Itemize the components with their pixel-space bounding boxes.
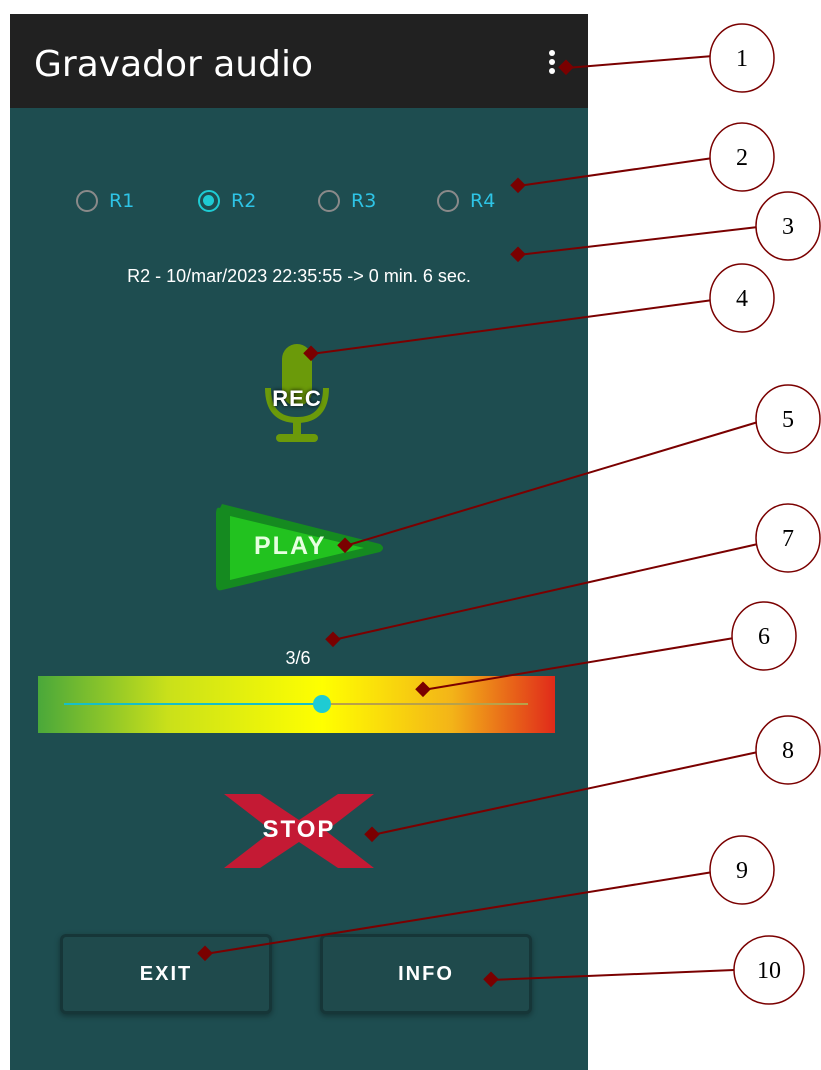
callout-number: 4 xyxy=(736,286,748,312)
callout-number: 1 xyxy=(736,46,748,72)
callout-number: 2 xyxy=(736,145,748,171)
callout-number: 9 xyxy=(736,858,748,884)
callout-marker xyxy=(558,59,574,76)
callout-number: 7 xyxy=(782,526,794,552)
callout-overlay: 1 2 3 4 5 7 6 8 9 10 xyxy=(197,23,821,1005)
callout-number: 6 xyxy=(758,624,770,650)
callout-number: 10 xyxy=(757,958,781,984)
callout-number: 8 xyxy=(782,738,794,764)
callout-number: 3 xyxy=(782,214,794,240)
callout-number: 5 xyxy=(782,407,794,433)
